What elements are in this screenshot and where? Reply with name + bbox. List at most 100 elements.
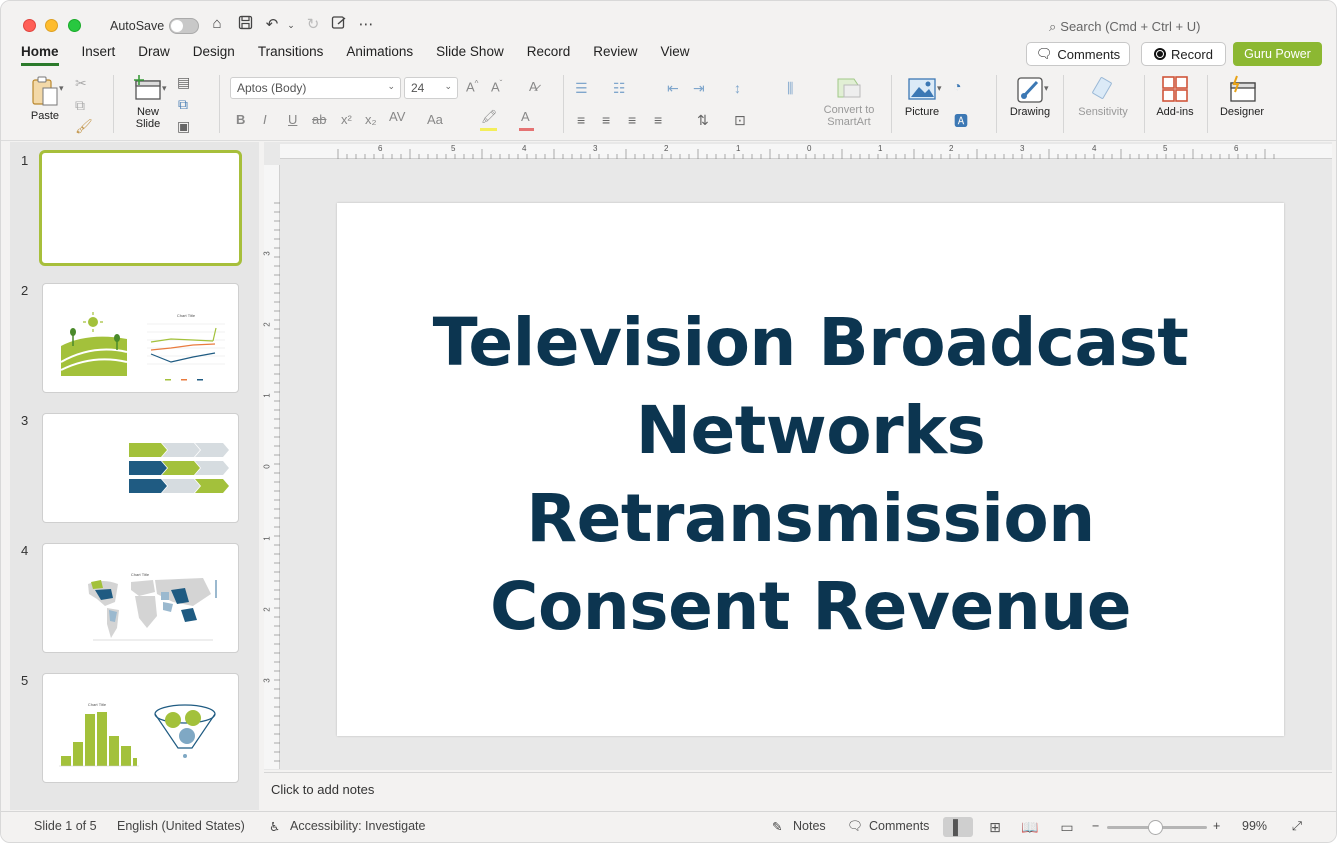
zoom-level[interactable]: 99% (1242, 819, 1267, 833)
guru-power-button[interactable]: Guru Power (1233, 42, 1322, 66)
slide-sorter-view-button[interactable]: ⊞ (980, 817, 1010, 837)
zoom-window-button[interactable] (68, 19, 81, 32)
slide-thumbnail-3[interactable] (42, 413, 239, 523)
slide-show-view-button[interactable]: ▭ (1052, 817, 1082, 837)
align-text-icon[interactable]: ⊡ (734, 112, 746, 129)
undo-icon[interactable]: ↶ (262, 15, 282, 33)
align-right-icon[interactable]: ≡ (628, 112, 636, 128)
copy-icon[interactable]: ⧉ (75, 97, 85, 114)
shrink-font-icon[interactable]: Aˇ (491, 79, 502, 94)
align-left-icon[interactable]: ≡ (577, 112, 585, 128)
search-box[interactable]: ⌕ Search (Cmd + Ctrl + U) (1049, 19, 1200, 35)
designer-button[interactable]: Designer (1215, 75, 1269, 118)
text-box-icon[interactable]: 🅰 (954, 111, 968, 131)
tab-design[interactable]: Design (193, 44, 235, 66)
status-bar: Slide 1 of 5 English (United States) ♿ A… (1, 811, 1336, 842)
current-slide[interactable]: Television Broadcast Networks Retransmis… (337, 203, 1284, 736)
italic-icon[interactable]: I (263, 112, 267, 127)
add-ins-label: Add-ins (1156, 106, 1194, 118)
tab-transitions[interactable]: Transitions (258, 44, 324, 66)
section-icon[interactable]: ▣ (177, 118, 190, 135)
sensitivity-button[interactable]: Sensitivity (1073, 75, 1133, 118)
normal-view-button[interactable]: ▌ (943, 817, 973, 837)
notes-icon[interactable]: ✎ (772, 819, 782, 834)
slide-title-line: Networks (635, 392, 986, 469)
minimize-window-button[interactable] (45, 19, 58, 32)
drawing-dropdown-icon[interactable]: ▾ (1044, 83, 1049, 94)
tab-draw[interactable]: Draw (138, 44, 170, 66)
zoom-out-button[interactable]: − (1092, 819, 1099, 833)
fit-to-window-icon[interactable]: ⤢ (1292, 819, 1302, 834)
strikethrough-icon[interactable]: ab (312, 112, 326, 127)
tab-slide-show[interactable]: Slide Show (436, 44, 504, 66)
drawing-button[interactable]: Drawing (1005, 75, 1055, 118)
reset-slide-icon[interactable]: ⧉ (178, 96, 188, 113)
paste-dropdown-icon[interactable]: ▾ (59, 83, 64, 94)
convert-to-smartart-button[interactable]: Convert to SmartArt (819, 75, 879, 128)
reading-view-button[interactable]: 📖 (1015, 817, 1045, 837)
increase-indent-icon[interactable]: ⇥ (693, 80, 705, 97)
tab-home[interactable]: Home (21, 44, 59, 66)
grow-font-icon[interactable]: A^ (466, 79, 478, 94)
zoom-in-button[interactable]: + (1213, 819, 1220, 833)
character-spacing-icon[interactable]: AV (389, 109, 405, 124)
tab-review[interactable]: Review (593, 44, 637, 66)
autosave-toggle[interactable] (169, 18, 199, 34)
font-name-select[interactable]: Aptos (Body) ⌄ (230, 77, 401, 99)
underline-icon[interactable]: U (288, 112, 297, 127)
present-icon[interactable] (329, 15, 349, 34)
tab-record[interactable]: Record (527, 44, 571, 66)
save-icon[interactable] (235, 15, 255, 34)
slide-thumbnail-2[interactable]: Chart Title (42, 283, 239, 393)
tab-animations[interactable]: Animations (346, 44, 413, 66)
numbering-icon[interactable]: ☷ (613, 80, 626, 97)
columns-icon[interactable]: ⫼ (787, 80, 793, 97)
bullets-icon[interactable]: ☰ (575, 80, 588, 97)
add-ins-button[interactable]: Add-ins (1153, 75, 1197, 118)
home-icon[interactable]: ⌂ (207, 15, 227, 32)
align-center-icon[interactable]: ≡ (602, 112, 610, 128)
bold-icon[interactable]: B (236, 112, 245, 127)
cut-icon[interactable]: ✂ (75, 75, 87, 92)
decrease-indent-icon[interactable]: ⇤ (667, 80, 679, 97)
change-case-icon[interactable]: Aa (427, 112, 443, 127)
undo-dropdown-icon[interactable]: ⌄ (281, 20, 301, 31)
tab-insert[interactable]: Insert (82, 44, 116, 66)
comments-button[interactable]: 🗨 Comments (1026, 42, 1130, 66)
notes-pane[interactable]: Click to add notes (264, 772, 1332, 810)
notes-toggle[interactable]: Notes (793, 819, 826, 833)
font-color-icon[interactable]: A (521, 109, 530, 124)
line-spacing-icon[interactable]: ↕ (734, 80, 741, 96)
text-direction-icon[interactable]: ⇅ (697, 112, 709, 129)
format-painter-icon[interactable]: 🖌 (75, 118, 93, 135)
accessibility-icon[interactable]: ♿ (269, 819, 280, 834)
comments-toggle[interactable]: Comments (869, 819, 929, 833)
picture-dropdown-icon[interactable]: ▾ (937, 83, 942, 94)
close-window-button[interactable] (23, 19, 36, 32)
more-options-icon[interactable]: ⋯ (356, 15, 376, 33)
redo-icon[interactable]: ↻ (303, 15, 323, 33)
accessibility-status[interactable]: Accessibility: Investigate (290, 819, 425, 833)
shapes-icon[interactable]: ◔ (953, 78, 961, 94)
superscript-icon[interactable]: x² (341, 112, 352, 127)
tab-view[interactable]: View (661, 44, 690, 66)
slide-thumbnail-4[interactable]: Chart Title (42, 543, 239, 653)
slide-thumbnail-1[interactable] (39, 150, 242, 266)
slide-title[interactable]: Television Broadcast Networks Retransmis… (337, 299, 1284, 651)
subscript-icon[interactable]: x₂ (365, 112, 377, 127)
justify-icon[interactable]: ≡ (654, 112, 662, 128)
font-size-select[interactable]: 24 ⌄ (404, 77, 458, 99)
comment-icon[interactable]: 🗨 (847, 819, 863, 834)
picture-button[interactable]: Picture (901, 75, 943, 118)
clear-formatting-icon[interactable]: A̷ (529, 79, 538, 94)
slide-thumbnail-5[interactable]: Chart Title (42, 673, 239, 783)
language-indicator[interactable]: English (United States) (117, 819, 245, 833)
ruler-label: 0 (807, 144, 812, 153)
ruler-label: 3 (593, 144, 598, 153)
highlight-icon[interactable]: 🖍 (481, 109, 498, 125)
ruler-label: 0 (262, 464, 272, 469)
zoom-slider-handle[interactable] (1148, 820, 1163, 835)
new-slide-dropdown-icon[interactable]: ▾ (162, 83, 167, 94)
record-button[interactable]: Record (1141, 42, 1226, 66)
layout-icon[interactable]: ▤ (177, 74, 190, 91)
